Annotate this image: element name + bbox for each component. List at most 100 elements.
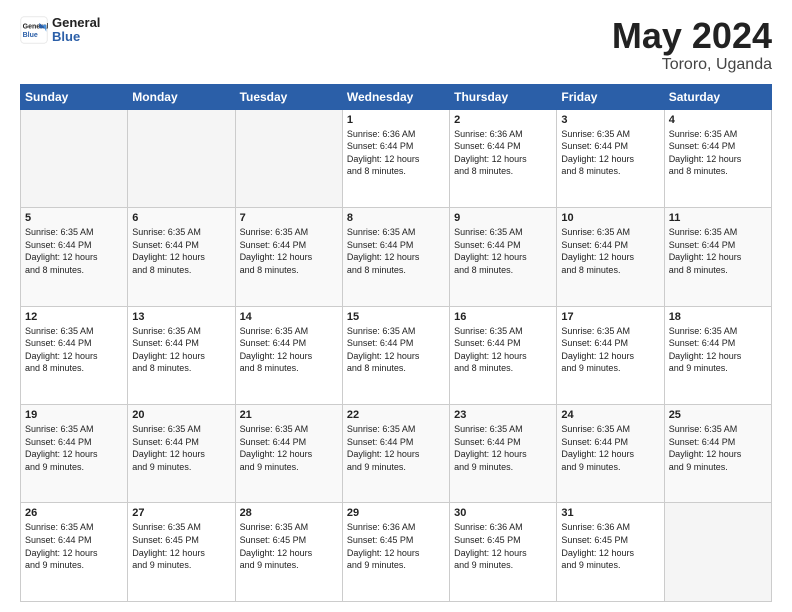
day-info: Sunrise: 6:35 AM Sunset: 6:44 PM Dayligh…: [669, 423, 767, 473]
table-row: 27 Sunrise: 6:35 AM Sunset: 6:45 PM Dayli…: [128, 503, 235, 602]
day-info: Sunrise: 6:35 AM Sunset: 6:44 PM Dayligh…: [132, 325, 230, 375]
day-info: Sunrise: 6:35 AM Sunset: 6:44 PM Dayligh…: [347, 325, 445, 375]
day-number: 7: [240, 212, 338, 224]
table-row: 3Sunrise: 6:35 AM Sunset: 6:44 PM Daylig…: [557, 109, 664, 207]
day-number: 21: [240, 409, 338, 421]
day-number: 17: [561, 311, 659, 323]
day-info: Sunrise: 6:35 AM Sunset: 6:44 PM Dayligh…: [454, 423, 552, 473]
table-row: 23Sunrise: 6:35 AM Sunset: 6:44 PM Dayli…: [450, 405, 557, 503]
day-info: Sunrise: 6:36 AM Sunset: 6:44 PM Dayligh…: [454, 128, 552, 178]
day-info: Sunrise: 6:35 AM Sunset: 6:44 PM Dayligh…: [25, 521, 123, 571]
day-info: Sunrise: 6:36 AM Sunset: 6:45 PM Dayligh…: [561, 521, 659, 571]
day-number: 25: [669, 409, 767, 421]
header: General Blue General Blue May 2024 Toror…: [20, 16, 772, 74]
day-number: 22: [347, 409, 445, 421]
day-info: Sunrise: 6:35 AM Sunset: 6:44 PM Dayligh…: [454, 325, 552, 375]
day-number: 6: [132, 212, 230, 224]
day-number: 27: [132, 507, 230, 519]
day-info: Sunrise: 6:35 AM Sunset: 6:44 PM Dayligh…: [454, 226, 552, 276]
table-row: 31 Sunrise: 6:36 AM Sunset: 6:45 PM Dayli…: [557, 503, 664, 602]
calendar-location: Tororo, Uganda: [612, 56, 772, 74]
day-number: 24: [561, 409, 659, 421]
col-friday: Friday: [557, 84, 664, 109]
table-row: [664, 503, 771, 602]
table-row: 29 Sunrise: 6:36 AM Sunset: 6:45 PM Dayli…: [342, 503, 449, 602]
calendar-title: May 2024: [612, 16, 772, 56]
day-info: Sunrise: 6:35 AM Sunset: 6:44 PM Dayligh…: [669, 128, 767, 178]
table-row: 13 Sunrise: 6:35 AM Sunset: 6:44 PM Dayli…: [128, 306, 235, 404]
table-row: [235, 109, 342, 207]
day-number: 29: [347, 507, 445, 519]
day-info: Sunrise: 6:35 AM Sunset: 6:45 PM Dayligh…: [240, 521, 338, 571]
day-info: Sunrise: 6:35 AM Sunset: 6:44 PM Dayligh…: [561, 423, 659, 473]
table-row: 1 Sunrise: 6:36 AM Sunset: 6:44 PM Daylig…: [342, 109, 449, 207]
table-row: 7 Sunrise: 6:35 AM Sunset: 6:44 PM Daylig…: [235, 208, 342, 306]
table-row: 15Sunrise: 6:35 AM Sunset: 6:44 PM Dayli…: [342, 306, 449, 404]
day-info: Sunrise: 6:35 AM Sunset: 6:44 PM Dayligh…: [347, 423, 445, 473]
day-info: Sunrise: 6:35 AM Sunset: 6:45 PM Dayligh…: [132, 521, 230, 571]
day-number: 30: [454, 507, 552, 519]
day-number: 31: [561, 507, 659, 519]
title-block: May 2024 Tororo, Uganda: [612, 16, 772, 74]
day-number: 1: [347, 114, 445, 126]
calendar-week-row: 1 Sunrise: 6:36 AM Sunset: 6:44 PM Daylig…: [21, 109, 772, 207]
table-row: 21Sunrise: 6:35 AM Sunset: 6:44 PM Dayli…: [235, 405, 342, 503]
table-row: 16 Sunrise: 6:35 AM Sunset: 6:44 PM Dayli…: [450, 306, 557, 404]
day-number: 26: [25, 507, 123, 519]
day-info: Sunrise: 6:35 AM Sunset: 6:44 PM Dayligh…: [132, 226, 230, 276]
table-row: 22 Sunrise: 6:35 AM Sunset: 6:44 PM Dayli…: [342, 405, 449, 503]
table-row: 2 Sunrise: 6:36 AM Sunset: 6:44 PM Daylig…: [450, 109, 557, 207]
day-number: 28: [240, 507, 338, 519]
col-wednesday: Wednesday: [342, 84, 449, 109]
day-info: Sunrise: 6:36 AM Sunset: 6:44 PM Dayligh…: [347, 128, 445, 178]
calendar-week-row: 5Sunrise: 6:35 AM Sunset: 6:44 PM Daylig…: [21, 208, 772, 306]
table-row: 24 Sunrise: 6:35 AM Sunset: 6:44 PM Dayli…: [557, 405, 664, 503]
day-info: Sunrise: 6:35 AM Sunset: 6:44 PM Dayligh…: [561, 226, 659, 276]
day-info: Sunrise: 6:35 AM Sunset: 6:44 PM Dayligh…: [669, 226, 767, 276]
calendar-week-row: 26 Sunrise: 6:35 AM Sunset: 6:44 PM Dayli…: [21, 503, 772, 602]
table-row: 17 Sunrise: 6:35 AM Sunset: 6:44 PM Dayli…: [557, 306, 664, 404]
table-row: 19Sunrise: 6:35 AM Sunset: 6:44 PM Dayli…: [21, 405, 128, 503]
day-number: 13: [132, 311, 230, 323]
day-number: 9: [454, 212, 552, 224]
table-row: [128, 109, 235, 207]
day-info: Sunrise: 6:36 AM Sunset: 6:45 PM Dayligh…: [347, 521, 445, 571]
table-row: 9 Sunrise: 6:35 AM Sunset: 6:44 PM Daylig…: [450, 208, 557, 306]
table-row: 10Sunrise: 6:35 AM Sunset: 6:44 PM Dayli…: [557, 208, 664, 306]
table-row: 4 Sunrise: 6:35 AM Sunset: 6:44 PM Daylig…: [664, 109, 771, 207]
logo-icon: General Blue: [20, 16, 48, 44]
day-number: 18: [669, 311, 767, 323]
table-row: 20Sunrise: 6:35 AM Sunset: 6:44 PM Dayli…: [128, 405, 235, 503]
page: General Blue General Blue May 2024 Toror…: [0, 0, 792, 612]
col-saturday: Saturday: [664, 84, 771, 109]
table-row: 6 Sunrise: 6:35 AM Sunset: 6:44 PM Daylig…: [128, 208, 235, 306]
table-row: 26 Sunrise: 6:35 AM Sunset: 6:44 PM Dayli…: [21, 503, 128, 602]
calendar-table: Sunday Monday Tuesday Wednesday Thursday…: [20, 84, 772, 602]
table-row: 25 Sunrise: 6:35 AM Sunset: 6:44 PM Dayli…: [664, 405, 771, 503]
svg-text:Blue: Blue: [23, 32, 38, 39]
calendar-header-row: Sunday Monday Tuesday Wednesday Thursday…: [21, 84, 772, 109]
day-number: 12: [25, 311, 123, 323]
day-info: Sunrise: 6:35 AM Sunset: 6:44 PM Dayligh…: [561, 128, 659, 178]
day-info: Sunrise: 6:35 AM Sunset: 6:44 PM Dayligh…: [25, 325, 123, 375]
day-info: Sunrise: 6:36 AM Sunset: 6:45 PM Dayligh…: [454, 521, 552, 571]
table-row: 14Sunrise: 6:35 AM Sunset: 6:44 PM Dayli…: [235, 306, 342, 404]
table-row: 11Sunrise: 6:35 AM Sunset: 6:44 PM Dayli…: [664, 208, 771, 306]
day-info: Sunrise: 6:35 AM Sunset: 6:44 PM Dayligh…: [25, 226, 123, 276]
logo-text: General Blue: [52, 16, 100, 45]
day-info: Sunrise: 6:35 AM Sunset: 6:44 PM Dayligh…: [240, 226, 338, 276]
day-number: 20: [132, 409, 230, 421]
col-sunday: Sunday: [21, 84, 128, 109]
table-row: [21, 109, 128, 207]
day-number: 8: [347, 212, 445, 224]
day-number: 2: [454, 114, 552, 126]
table-row: 30 Sunrise: 6:36 AM Sunset: 6:45 PM Dayli…: [450, 503, 557, 602]
day-number: 4: [669, 114, 767, 126]
day-info: Sunrise: 6:35 AM Sunset: 6:44 PM Dayligh…: [561, 325, 659, 375]
table-row: 8Sunrise: 6:35 AM Sunset: 6:44 PM Daylig…: [342, 208, 449, 306]
table-row: 28 Sunrise: 6:35 AM Sunset: 6:45 PM Dayli…: [235, 503, 342, 602]
calendar-week-row: 19Sunrise: 6:35 AM Sunset: 6:44 PM Dayli…: [21, 405, 772, 503]
calendar-week-row: 12 Sunrise: 6:35 AM Sunset: 6:44 PM Dayli…: [21, 306, 772, 404]
day-number: 16: [454, 311, 552, 323]
logo: General Blue General Blue: [20, 16, 100, 45]
